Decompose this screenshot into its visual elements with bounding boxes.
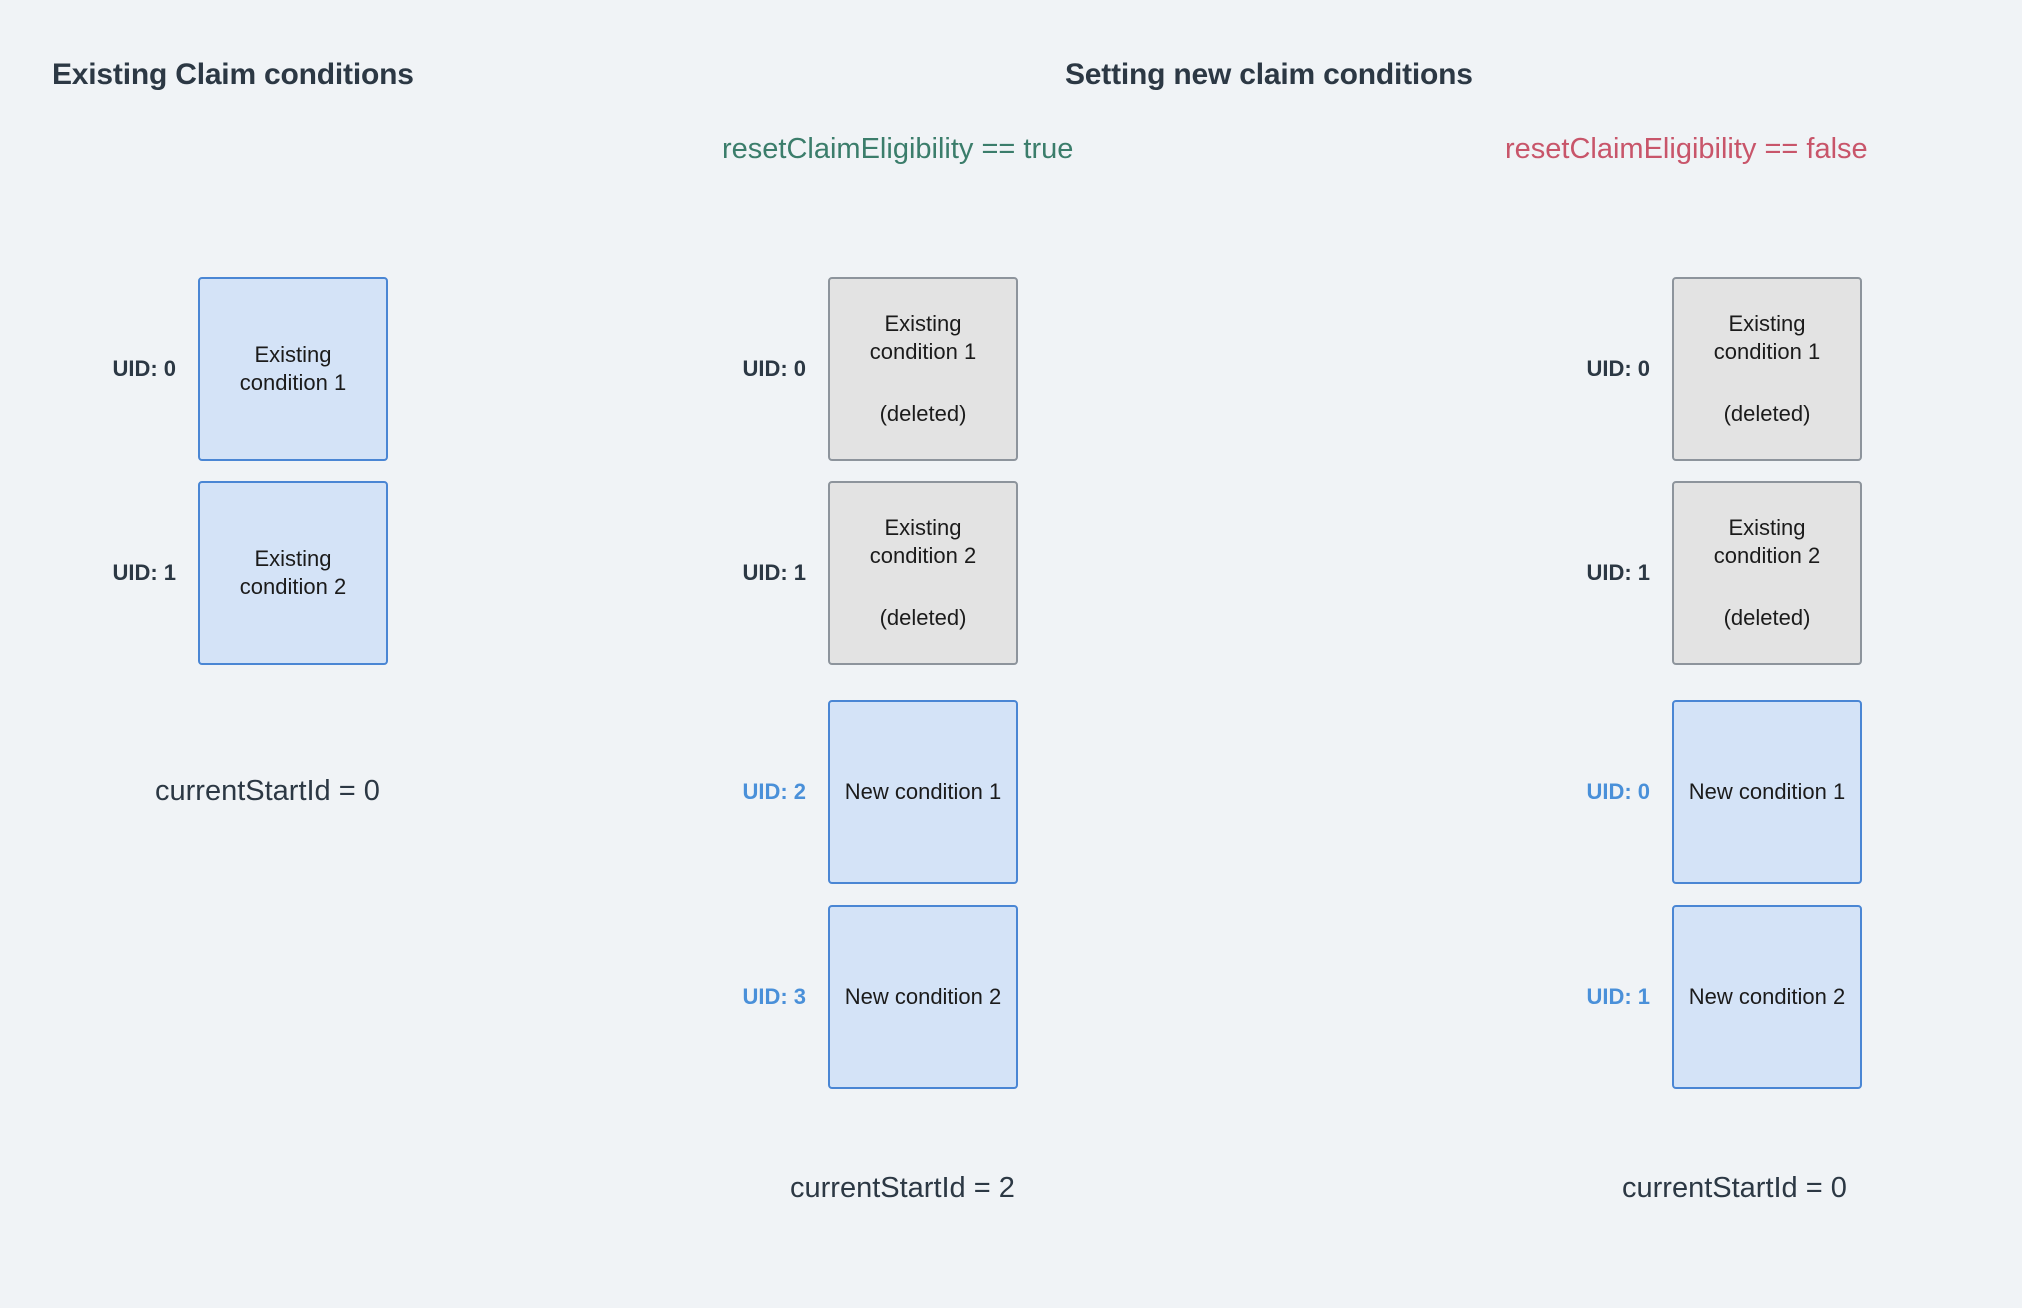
uid-label: UID: 0 <box>1586 779 1650 804</box>
condition-box-new: New condition 1 <box>828 700 1018 884</box>
condition-row: UID: 0 Existing condition 1 (deleted) <box>1554 277 1862 461</box>
uid-label: UID: 1 <box>1586 984 1650 1009</box>
condition-row: UID: 1 Existing condition 2 (deleted) <box>1554 481 1862 665</box>
current-start-id-existing: currentStartId = 0 <box>155 775 380 807</box>
condition-box-deleted: Existing condition 1 (deleted) <box>1672 277 1862 461</box>
condition-box-title: New condition 2 <box>1688 983 1846 1009</box>
diagram-canvas: Existing Claim conditions Setting new cl… <box>0 0 2022 1308</box>
condition-row: UID: 0 Existing condition 1 <box>80 277 388 461</box>
condition-box-new: New condition 2 <box>1672 905 1862 1089</box>
condition-box-title: Existing condition 1 <box>869 310 977 364</box>
condition-box-existing: Existing condition 2 <box>198 481 388 665</box>
condition-box-new: New condition 2 <box>828 905 1018 1089</box>
condition-label-reset-true: resetClaimEligibility == true <box>722 133 1074 165</box>
condition-box-title: New condition 2 <box>844 983 1002 1009</box>
condition-box-status: (deleted) <box>879 605 967 631</box>
condition-row: UID: 1 Existing condition 2 <box>80 481 388 665</box>
page-title-existing-conditions: Existing Claim conditions <box>52 58 414 91</box>
uid-label: UID: 3 <box>742 984 806 1009</box>
page-title-new-conditions: Setting new claim conditions <box>1065 58 1473 91</box>
uid-label: UID: 0 <box>742 356 806 381</box>
condition-row: UID: 2 New condition 1 <box>710 700 1018 884</box>
condition-box-deleted: Existing condition 1 (deleted) <box>828 277 1018 461</box>
current-start-id-reset-false: currentStartId = 0 <box>1622 1172 1847 1204</box>
condition-box-new: New condition 1 <box>1672 700 1862 884</box>
condition-box-title: New condition 1 <box>1688 778 1846 804</box>
uid-label: UID: 2 <box>742 779 806 804</box>
condition-row: UID: 1 Existing condition 2 (deleted) <box>710 481 1018 665</box>
condition-box-deleted: Existing condition 2 (deleted) <box>1672 481 1862 665</box>
uid-label: UID: 0 <box>1586 356 1650 381</box>
condition-row: UID: 1 New condition 2 <box>1554 905 1862 1089</box>
condition-box-title: Existing condition 2 <box>239 545 347 599</box>
condition-box-status: (deleted) <box>879 401 967 427</box>
condition-row: UID: 0 Existing condition 1 (deleted) <box>710 277 1018 461</box>
condition-box-title: Existing condition 2 <box>869 514 977 568</box>
condition-row: UID: 3 New condition 2 <box>710 905 1018 1089</box>
condition-box-title: Existing condition 1 <box>239 341 347 395</box>
uid-label: UID: 1 <box>1586 560 1650 585</box>
condition-box-status: (deleted) <box>1723 605 1811 631</box>
condition-box-title: Existing condition 2 <box>1713 514 1821 568</box>
uid-label: UID: 0 <box>112 356 176 381</box>
condition-box-deleted: Existing condition 2 (deleted) <box>828 481 1018 665</box>
condition-box-status: (deleted) <box>1723 401 1811 427</box>
condition-box-title: New condition 1 <box>844 778 1002 804</box>
condition-label-reset-false: resetClaimEligibility == false <box>1505 133 1868 165</box>
condition-row: UID: 0 New condition 1 <box>1554 700 1862 884</box>
uid-label: UID: 1 <box>112 560 176 585</box>
current-start-id-reset-true: currentStartId = 2 <box>790 1172 1015 1204</box>
uid-label: UID: 1 <box>742 560 806 585</box>
condition-box-existing: Existing condition 1 <box>198 277 388 461</box>
condition-box-title: Existing condition 1 <box>1713 310 1821 364</box>
